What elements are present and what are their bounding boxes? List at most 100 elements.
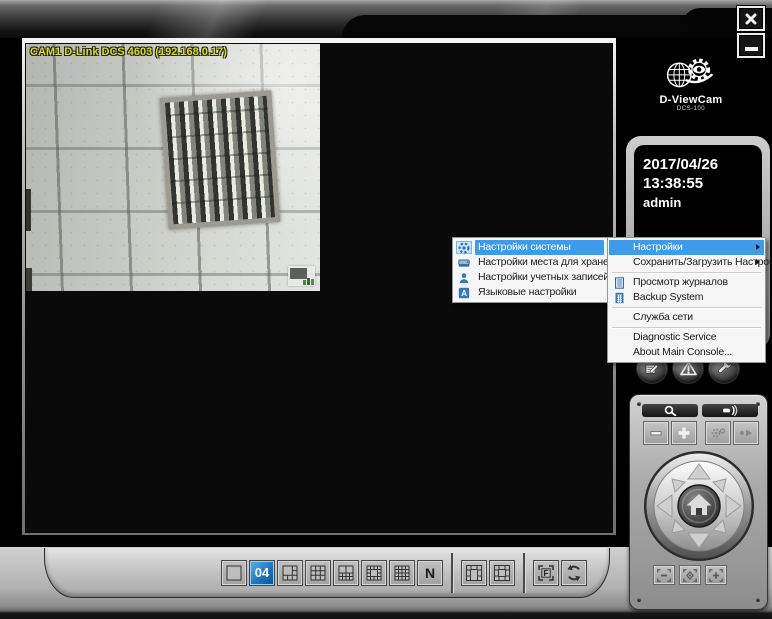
- layout-n-button[interactable]: N: [417, 560, 443, 586]
- layout-1-button[interactable]: [221, 560, 247, 586]
- dviewcam-logo: D-ViewCam DCS-100: [632, 56, 750, 112]
- system-settings-menu: Настройки системы Настройки места для хр…: [452, 237, 608, 303]
- screw-icon: [637, 598, 641, 602]
- menu-item-log-viewer[interactable]: Просмотр журналов: [609, 275, 764, 290]
- preset-button[interactable]: [705, 421, 731, 445]
- screw-icon: [756, 598, 760, 602]
- status-date: 2017/04/26: [643, 156, 753, 175]
- toolbar-separator: [523, 553, 525, 593]
- status-time: 13:38:55: [643, 175, 753, 194]
- focus-near-button[interactable]: [653, 565, 675, 585]
- menu-item-label: Настройки места для хранения: [475, 255, 625, 270]
- menu-item-network-service[interactable]: Служба сети: [609, 310, 764, 325]
- focus-far-icon: [708, 568, 724, 583]
- camera-view-cam1[interactable]: CAM1 D-Link DCS 4603 (192.168.0.17): [26, 44, 320, 291]
- menu-item-label: Просмотр журналов: [630, 275, 762, 290]
- layout-16-icon: [392, 563, 412, 583]
- log-viewer-icon: [611, 276, 627, 289]
- layout-9-button[interactable]: [305, 560, 331, 586]
- layout-10-icon: [336, 563, 356, 583]
- patrol-button[interactable]: [733, 421, 759, 445]
- menu-item-settings[interactable]: Настройки: [609, 240, 764, 255]
- menu-item-backup-system[interactable]: Backup System: [609, 290, 764, 305]
- rotate-icon: [564, 563, 584, 583]
- logo-subtitle: DCS-100: [632, 106, 750, 112]
- fullscreen-icon: F: [536, 563, 556, 583]
- focus-auto-icon: [682, 568, 698, 583]
- wall-edge: [26, 189, 31, 231]
- volume-section-header: [702, 404, 758, 417]
- layout-4-label: 04: [255, 565, 269, 580]
- menu-separator: [612, 327, 761, 328]
- menu-item-label: Языковые настройки: [475, 285, 604, 300]
- zoom-section-header: [642, 404, 698, 417]
- logo-title: D-ViewCam: [632, 94, 750, 106]
- magnifier-icon: [662, 405, 678, 416]
- menu-item-account-settings[interactable]: Настройки учетных записей: [454, 270, 606, 285]
- menu-item-label: Diagnostic Service: [630, 330, 762, 345]
- svg-text:A: A: [461, 289, 467, 298]
- layout-13-button[interactable]: [361, 560, 387, 586]
- layout-6-button[interactable]: [277, 560, 303, 586]
- close-button[interactable]: [737, 6, 765, 31]
- layout-frame-b-button[interactable]: [489, 560, 515, 586]
- layout-frame-b-icon: [492, 563, 512, 583]
- minimize-icon: [745, 47, 758, 51]
- wall-edge: [26, 268, 32, 291]
- minimize-button[interactable]: [737, 33, 765, 58]
- fullscreen-label: F: [543, 568, 548, 578]
- fullscreen-button[interactable]: F: [533, 560, 559, 586]
- menu-item-label: Настройки учетных записей: [475, 270, 609, 285]
- titlebar: [0, 0, 772, 38]
- menu-item-label: Настройки системы: [475, 240, 604, 255]
- rotate-views-button[interactable]: [561, 560, 587, 586]
- menu-item-language-settings[interactable]: A Языковые настройки: [454, 285, 606, 300]
- main-menu: Настройки Сохранить/Загрузить Настройки …: [607, 237, 766, 363]
- menu-item-storage-settings[interactable]: Настройки места для хранения: [454, 255, 606, 270]
- zoom-out-button[interactable]: [643, 421, 669, 445]
- layout-toolbar: 04: [44, 548, 610, 598]
- focus-near-icon: [656, 568, 672, 583]
- layout-4-button[interactable]: 04: [249, 560, 275, 586]
- menu-separator: [612, 307, 761, 308]
- submenu-arrow-icon: [756, 259, 760, 265]
- menu-item-diagnostic-service[interactable]: Diagnostic Service: [609, 330, 764, 345]
- layout-single-icon: [224, 563, 244, 583]
- focus-auto-button[interactable]: [679, 565, 701, 585]
- ptz-joystick[interactable]: [643, 450, 755, 562]
- layout-9-icon: [308, 563, 328, 583]
- language-icon: A: [456, 286, 472, 299]
- layout-frame-a-icon: [464, 563, 484, 583]
- status-user: admin: [643, 194, 753, 212]
- layout-10-button[interactable]: [333, 560, 359, 586]
- storage-icon: [456, 256, 472, 269]
- menu-item-label: Служба сети: [630, 310, 762, 325]
- ptz-panel: [629, 394, 768, 610]
- user-icon: [456, 271, 472, 284]
- titlebar-shine: [90, 0, 350, 38]
- menu-item-system-settings[interactable]: Настройки системы: [454, 240, 606, 255]
- layout-frame-a-button[interactable]: [461, 560, 487, 586]
- zoom-in-button[interactable]: [671, 421, 697, 445]
- osd-status-icon: [303, 276, 314, 285]
- plus-icon: [676, 425, 692, 441]
- submenu-arrow-icon: [756, 244, 760, 250]
- menu-item-label: Сохранить/Загрузить Настройки: [630, 255, 772, 270]
- speaker-icon: [721, 405, 739, 416]
- menu-item-label: Настройки: [630, 240, 762, 255]
- backup-icon: [611, 291, 627, 304]
- layout-13-icon: [364, 563, 384, 583]
- layout-16-button[interactable]: [389, 560, 415, 586]
- patrol-icon: [738, 426, 754, 440]
- camera-label: CAM1 D-Link DCS 4603 (192.168.0.17): [30, 46, 227, 58]
- main-console-window: CAM1 D-Link DCS 4603 (192.168.0.17): [0, 0, 772, 619]
- dviewcam-logo-icon: [659, 56, 723, 92]
- gear-icon: [456, 241, 472, 254]
- menu-item-about-main-console[interactable]: About Main Console...: [609, 345, 764, 360]
- camera-osd-icon: [288, 266, 315, 286]
- preset-icon: [710, 426, 726, 440]
- menu-item-save-load-settings[interactable]: Сохранить/Загрузить Настройки: [609, 255, 764, 270]
- toolbar-separator: [451, 553, 453, 593]
- ceiling-light-fixture: [160, 90, 281, 229]
- focus-far-button[interactable]: [705, 565, 727, 585]
